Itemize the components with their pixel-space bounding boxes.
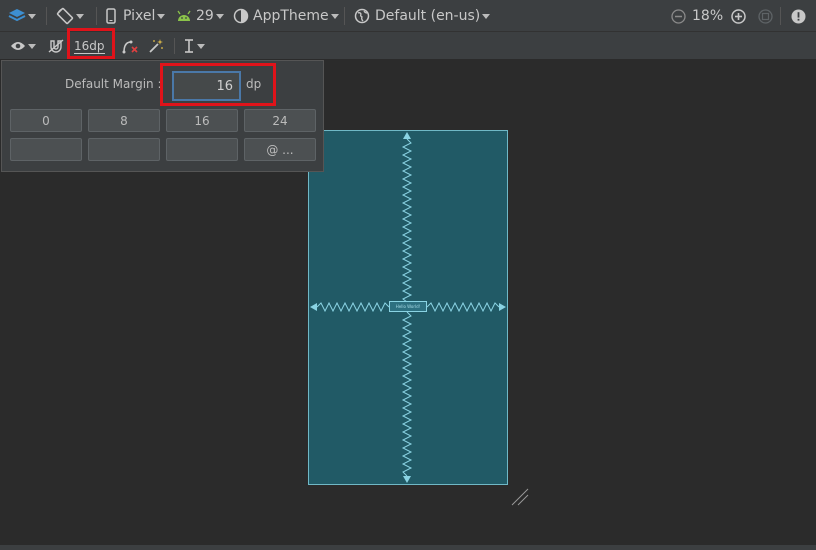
chevron-down-icon: [330, 13, 339, 19]
guidelines-button[interactable]: [183, 32, 205, 60]
bottom-bar: [0, 545, 816, 550]
clear-constraints-button[interactable]: [121, 32, 139, 60]
theme-label: AppTheme: [253, 8, 329, 24]
design-toolbar: Pixel 29 AppTheme Default (en-us) 18%: [0, 0, 816, 32]
layout-toolbar: 16dp: [0, 32, 816, 60]
eye-icon: [11, 42, 25, 50]
theme-icon: [233, 8, 249, 24]
zoom-in-icon: [731, 8, 746, 24]
margin-option-16[interactable]: 16: [166, 109, 238, 132]
margin-button-highlight: [67, 28, 115, 59]
chevron-down-icon: [28, 43, 36, 49]
margin-option-24[interactable]: 24: [244, 109, 316, 132]
margin-option-empty-1[interactable]: [10, 138, 82, 161]
api-level-selector[interactable]: 29: [176, 0, 224, 32]
margin-option-8[interactable]: 8: [88, 109, 160, 132]
layers-button[interactable]: [8, 0, 36, 32]
autoconnect-toggle[interactable]: [48, 32, 64, 60]
info-icon: [791, 9, 806, 23]
layers-icon: [8, 9, 26, 22]
device-label: Pixel: [123, 8, 156, 24]
locale-selector[interactable]: Default (en-us): [354, 0, 491, 32]
zoom-in-button[interactable]: [731, 0, 746, 32]
magnet-off-icon: [48, 39, 64, 53]
design-canvas[interactable]: Hello World!: [308, 130, 508, 485]
android-icon: [177, 10, 191, 21]
issues-button[interactable]: [791, 0, 806, 32]
resize-handle-icon[interactable]: [510, 487, 530, 507]
text-cursor-icon: [185, 39, 193, 53]
margin-option-empty-2[interactable]: [88, 138, 160, 161]
zoom-out-button[interactable]: [671, 0, 686, 32]
phone-icon: [106, 8, 116, 24]
default-margin-text: Default Margin :: [65, 77, 162, 91]
margin-option-0[interactable]: 0: [10, 109, 82, 132]
clear-constraints-icon: [122, 40, 138, 54]
chevron-down-icon: [157, 13, 166, 19]
theme-selector[interactable]: AppTheme: [233, 0, 339, 32]
margin-option-empty-3[interactable]: [166, 138, 238, 161]
zoom-fit-icon: [758, 8, 773, 24]
chevron-down-icon: [28, 13, 36, 19]
magic-wand-icon: [149, 39, 163, 53]
zoom-level: 18%: [692, 0, 723, 32]
infer-constraints-button[interactable]: [148, 32, 164, 60]
globe-icon: [354, 8, 370, 24]
chevron-down-icon: [215, 13, 224, 19]
chevron-down-icon: [76, 13, 84, 19]
locale-label: Default (en-us): [375, 8, 481, 24]
textview-label: Hello World!: [395, 304, 421, 309]
chevron-down-icon: [197, 43, 205, 49]
rotate-icon: [56, 7, 74, 25]
margin-input-highlight: [160, 63, 276, 106]
chevron-down-icon: [482, 13, 491, 19]
textview-widget[interactable]: Hello World!: [389, 301, 427, 312]
zoom-out-icon: [671, 8, 686, 24]
view-options-button[interactable]: [10, 32, 36, 60]
margin-custom-resource-button[interactable]: @ ...: [244, 138, 316, 161]
zoom-level-label: 18%: [692, 8, 724, 24]
zoom-fit-button[interactable]: [758, 0, 773, 32]
api-level-label: 29: [196, 8, 214, 24]
